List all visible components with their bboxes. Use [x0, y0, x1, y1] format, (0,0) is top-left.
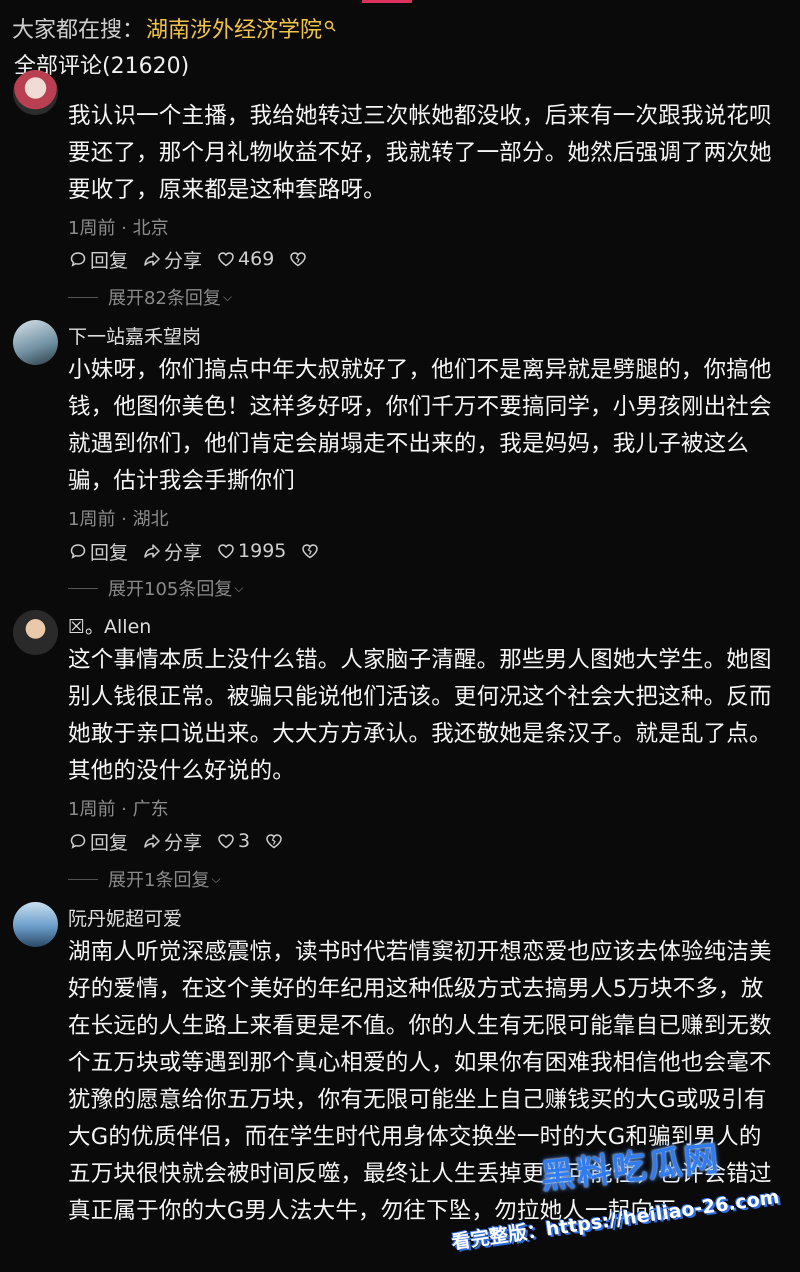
- comment-username[interactable]: ☒。Allen: [68, 612, 151, 639]
- reply-button[interactable]: 回复: [68, 538, 128, 565]
- comment-username[interactable]: 阮丹妮超可爱: [68, 904, 182, 931]
- comment-username[interactable]: 下一站嘉禾望岗: [68, 322, 201, 349]
- like-button[interactable]: 469: [216, 248, 274, 270]
- reply-button[interactable]: 回复: [68, 828, 128, 855]
- reply-button[interactable]: 回复: [68, 246, 128, 273]
- expand-replies-button[interactable]: 展开105条回复 ⌵: [68, 576, 243, 600]
- comment-actions: 回复 分享 469: [68, 246, 324, 272]
- comment-meta: 1周前 · 湖北: [68, 509, 169, 530]
- share-arrow-icon: [144, 834, 160, 848]
- chevron-down-icon: ⌵: [211, 871, 221, 886]
- comment-meta: 1周前 · 北京: [68, 218, 169, 239]
- dislike-button[interactable]: [264, 831, 286, 851]
- heart-icon: [218, 252, 234, 267]
- avatar[interactable]: [13, 70, 58, 115]
- comment-meta: 1周前 · 广东: [68, 799, 169, 820]
- comment-text: 我认识一个主播，我给她转过三次帐她都没收，后来有一次跟我说花呗要还了，那个月礼物…: [68, 103, 772, 203]
- comment-bubble-icon: [70, 834, 86, 849]
- heart-icon: [218, 834, 234, 849]
- expand-replies-label: 展开105条回复: [108, 579, 233, 600]
- reply-label: 回复: [90, 541, 129, 564]
- broken-heart-icon: [302, 544, 319, 559]
- comment-text: 小妹呀，你们搞点中年大叔就好了，他们不是离异就是劈腿的，你搞他钱，他图你美色！这…: [68, 357, 772, 494]
- share-label: 分享: [164, 249, 203, 272]
- share-label: 分享: [164, 541, 203, 564]
- divider: [68, 587, 98, 589]
- broken-heart-icon: [290, 252, 307, 267]
- hot-search-keyword[interactable]: 湖南涉外经济学院: [146, 12, 322, 44]
- heart-icon: [218, 544, 234, 559]
- share-button[interactable]: 分享: [142, 246, 202, 273]
- expand-replies-label: 展开1条回复: [108, 870, 210, 891]
- divider: [68, 878, 98, 880]
- top-accent-bar: [362, 0, 412, 3]
- like-button[interactable]: 3: [216, 830, 250, 852]
- avatar[interactable]: [13, 610, 58, 655]
- expand-replies-button[interactable]: 展开82条回复 ⌵: [68, 285, 232, 309]
- comment-bubble-icon: [70, 544, 86, 559]
- expand-replies-button[interactable]: 展开1条回复 ⌵: [68, 867, 221, 891]
- share-button[interactable]: 分享: [142, 828, 202, 855]
- expand-replies-label: 展开82条回复: [108, 288, 221, 309]
- like-count: 1995: [238, 540, 287, 562]
- share-label: 分享: [164, 831, 203, 854]
- comment-text: 湖南人听觉深感震惊，读书时代若情窦初开想恋爱也应该去体验纯洁美好的爱情，在这个美…: [68, 939, 772, 1224]
- share-button[interactable]: 分享: [142, 538, 202, 565]
- comment-bubble-icon: [70, 252, 86, 267]
- avatar[interactable]: [13, 902, 58, 947]
- comment-actions: 回复 分享 3: [68, 828, 300, 854]
- reply-label: 回复: [90, 249, 129, 272]
- hot-search-label: 大家都在搜：: [12, 18, 145, 43]
- comment-actions: 回复 分享 1995: [68, 538, 336, 564]
- broken-heart-icon: [266, 834, 282, 849]
- chevron-down-icon: ⌵: [222, 289, 233, 304]
- like-count: 3: [238, 830, 251, 852]
- search-icon: [324, 20, 336, 36]
- share-arrow-icon: [144, 252, 160, 266]
- chevron-down-icon: ⌵: [234, 580, 244, 595]
- dislike-button[interactable]: [300, 541, 322, 561]
- comment-text: 这个事情本质上没什么错。人家脑子清醒。那些男人图她大学生。她图别人钱很正常。被骗…: [68, 647, 772, 784]
- hot-search-bar[interactable]: 大家都在搜： 湖南涉外经济学院: [12, 10, 336, 46]
- dislike-button[interactable]: [288, 249, 310, 269]
- like-button[interactable]: 1995: [216, 540, 286, 562]
- share-arrow-icon: [144, 544, 160, 558]
- avatar[interactable]: [13, 320, 58, 365]
- divider: [68, 296, 98, 298]
- reply-label: 回复: [90, 831, 129, 854]
- like-count: 469: [238, 248, 275, 270]
